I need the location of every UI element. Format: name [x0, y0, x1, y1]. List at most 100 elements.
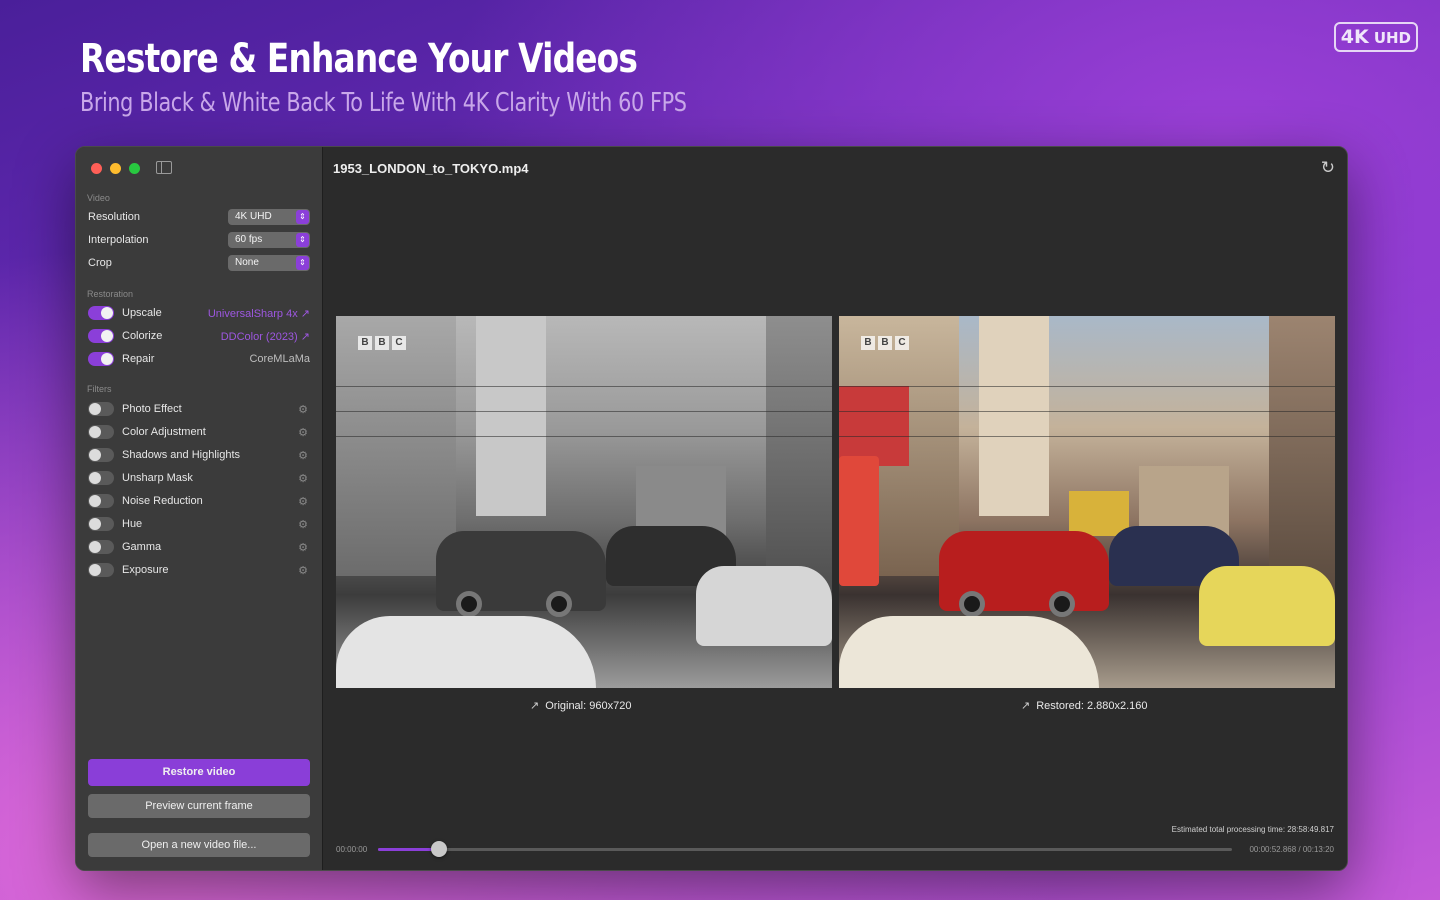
4k-uhd-badge: 4K UHD — [1333, 22, 1418, 52]
gear-icon[interactable]: ⚙ — [298, 426, 308, 439]
restored-caption-text: Restored: 2.880x2.160 — [1036, 700, 1148, 712]
logo-letter: C — [392, 336, 406, 350]
gamma-toggle[interactable] — [88, 540, 114, 554]
logo-letter: B — [375, 336, 389, 350]
exposure-toggle[interactable] — [88, 563, 114, 577]
filter-row-hue: Hue ⚙ — [88, 514, 310, 534]
colorize-label: Colorize — [122, 330, 163, 342]
filter-row-photo-effect: Photo Effect ⚙ — [88, 399, 310, 419]
preview-frame-button[interactable]: Preview current frame — [88, 794, 310, 818]
logo-letter: B — [861, 336, 875, 350]
resolution-label: Resolution — [88, 211, 140, 223]
gamma-label: Gamma — [122, 541, 162, 553]
close-window-button[interactable] — [91, 163, 102, 174]
bbc-logo: B B C — [358, 336, 406, 350]
colorize-toggle[interactable] — [88, 329, 114, 343]
video-section-label: Video — [87, 193, 110, 203]
logo-letter: B — [878, 336, 892, 350]
expand-arrow-icon: ↗ — [530, 700, 540, 712]
restored-caption[interactable]: ↗ Restored: 2.880x2.160 — [1021, 699, 1148, 712]
logo-letter: C — [895, 336, 909, 350]
noise-reduction-toggle[interactable] — [88, 494, 114, 508]
scrubber-progress — [378, 848, 440, 851]
scrubber-handle[interactable] — [431, 841, 448, 857]
repair-toggle[interactable] — [88, 352, 114, 366]
repair-row: Repair CoreMLaMa — [88, 349, 310, 369]
gear-icon[interactable]: ⚙ — [298, 472, 308, 485]
colorize-row: Colorize DDColor (2023) ↗ — [88, 326, 310, 346]
upscale-toggle[interactable] — [88, 306, 114, 320]
photo-effect-label: Photo Effect — [122, 403, 182, 415]
badge-4k-text: 4K — [1340, 26, 1369, 48]
expand-arrow-icon: ↗ — [1021, 700, 1031, 712]
chevron-up-down-icon: ⇕ — [296, 233, 309, 247]
estimated-time: Estimated total processing time: 28:58:4… — [1171, 825, 1334, 834]
color-adjustment-toggle[interactable] — [88, 425, 114, 439]
original-caption[interactable]: ↗ Original: 960x720 — [530, 699, 631, 712]
gear-icon[interactable]: ⚙ — [298, 403, 308, 416]
interpolation-value: 60 fps — [235, 234, 263, 245]
minimize-window-button[interactable] — [110, 163, 121, 174]
chevron-up-down-icon: ⇕ — [296, 210, 309, 224]
gear-icon[interactable]: ⚙ — [298, 541, 308, 554]
colorize-model-link[interactable]: DDColor (2023) ↗ — [221, 330, 310, 343]
resolution-value: 4K UHD — [235, 211, 272, 222]
bbc-logo: B B C — [861, 336, 909, 350]
interpolation-label: Interpolation — [88, 234, 149, 246]
filter-row-color-adjustment: Color Adjustment ⚙ — [88, 422, 310, 442]
restore-video-button[interactable]: Restore video — [88, 759, 310, 786]
window-controls — [91, 163, 140, 174]
shadows-highlights-toggle[interactable] — [88, 448, 114, 462]
upscale-row: Upscale UniversalSharp 4x ↗ — [88, 303, 310, 323]
badge-uhd-text: UHD — [1373, 29, 1411, 47]
filter-row-gamma: Gamma ⚙ — [88, 537, 310, 557]
gear-icon[interactable]: ⚙ — [298, 564, 308, 577]
gear-icon[interactable]: ⚙ — [298, 495, 308, 508]
hero-title: Restore & Enhance Your Videos — [80, 36, 638, 82]
repair-label: Repair — [122, 353, 155, 365]
time-start: 00:00:00 — [336, 845, 368, 854]
gear-icon[interactable]: ⚙ — [298, 449, 308, 462]
upscale-model-link[interactable]: UniversalSharp 4x ↗ — [208, 307, 310, 320]
interpolation-select[interactable]: 60 fps ⇕ — [228, 232, 310, 248]
repair-model: CoreMLaMa — [249, 353, 310, 365]
crop-row: Crop None ⇕ — [88, 253, 310, 273]
noise-reduction-label: Noise Reduction — [122, 495, 203, 507]
playback-scrubber[interactable] — [378, 841, 1232, 857]
shadows-highlights-label: Shadows and Highlights — [122, 449, 241, 461]
crop-value: None — [235, 257, 259, 268]
logo-letter: B — [358, 336, 372, 350]
unsharp-mask-toggle[interactable] — [88, 471, 114, 485]
chevron-up-down-icon: ⇕ — [296, 256, 309, 270]
filter-row-noise-reduction: Noise Reduction ⚙ — [88, 491, 310, 511]
exposure-label: Exposure — [122, 564, 169, 576]
sidebar-toggle-icon[interactable] — [156, 161, 172, 174]
filter-row-shadows-highlights: Shadows and Highlights ⚙ — [88, 445, 310, 465]
photo-effect-toggle[interactable] — [88, 402, 114, 416]
crop-label: Crop — [88, 257, 112, 269]
app-window: Video Resolution 4K UHD ⇕ Interpolation … — [75, 146, 1348, 871]
color-adjustment-label: Color Adjustment — [122, 426, 206, 438]
crop-select[interactable]: None ⇕ — [228, 255, 310, 271]
interpolation-row: Interpolation 60 fps ⇕ — [88, 230, 310, 250]
file-name-title: 1953_LONDON_to_TOKYO.mp4 — [333, 161, 529, 176]
resolution-select[interactable]: 4K UHD ⇕ — [228, 209, 310, 225]
upscale-label: Upscale — [122, 307, 162, 319]
preview-area: 1953_LONDON_to_TOKYO.mp4 ↻ B B C B B C ↗… — [323, 147, 1347, 870]
restored-frame-image: B B C — [839, 316, 1335, 688]
hue-label: Hue — [122, 518, 143, 530]
time-current: 00:00:52.868 / 00:13:20 — [1249, 845, 1334, 854]
unsharp-mask-label: Unsharp Mask — [122, 472, 193, 484]
sidebar: Video Resolution 4K UHD ⇕ Interpolation … — [76, 147, 323, 870]
filter-row-unsharp-mask: Unsharp Mask ⚙ — [88, 468, 310, 488]
restoration-section-label: Restoration — [87, 289, 134, 299]
hue-toggle[interactable] — [88, 517, 114, 531]
gear-icon[interactable]: ⚙ — [298, 518, 308, 531]
filter-row-exposure: Exposure ⚙ — [88, 560, 310, 580]
original-frame-image: B B C — [336, 316, 832, 688]
resolution-row: Resolution 4K UHD ⇕ — [88, 207, 310, 227]
filters-section-label: Filters — [87, 384, 112, 394]
open-video-button[interactable]: Open a new video file... — [88, 833, 310, 857]
refresh-icon[interactable]: ↻ — [1321, 158, 1335, 178]
zoom-window-button[interactable] — [129, 163, 140, 174]
